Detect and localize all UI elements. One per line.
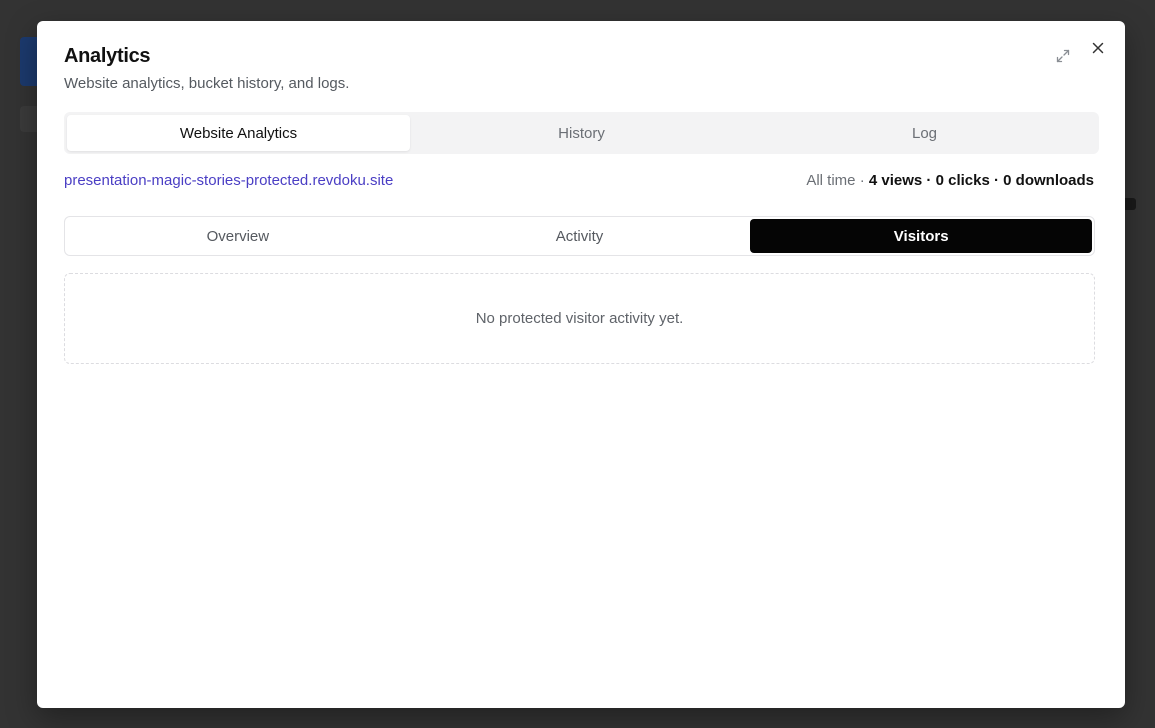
tab-log[interactable]: Log xyxy=(753,115,1096,151)
analytics-tabs: Website Analytics History Log xyxy=(64,112,1099,154)
expand-button[interactable] xyxy=(1052,45,1074,67)
expand-icon xyxy=(1055,48,1071,64)
stats-clicks: 0 clicks xyxy=(935,172,990,189)
tab-history[interactable]: History xyxy=(410,115,753,151)
analytics-dialog: Analytics Website analytics, bucket hist… xyxy=(37,21,1125,708)
dialog-subtitle: Website analytics, bucket history, and l… xyxy=(64,75,350,92)
stats-separator: · xyxy=(859,172,865,189)
stats-separator: · xyxy=(926,172,932,189)
stats-downloads: 0 downloads xyxy=(1003,172,1094,189)
subtab-visitors[interactable]: Visitors xyxy=(750,219,1093,253)
site-link[interactable]: presentation-magic-stories-protected.rev… xyxy=(64,172,393,189)
website-analytics-subtabs: Overview Activity Visitors xyxy=(64,216,1095,256)
tab-website-analytics[interactable]: Website Analytics xyxy=(67,115,410,151)
stats-period: All time xyxy=(806,172,856,189)
close-icon xyxy=(1091,41,1105,55)
stats-views: 4 views xyxy=(868,172,923,189)
dialog-title: Analytics xyxy=(64,45,151,67)
empty-state-message: No protected visitor activity yet. xyxy=(475,310,684,327)
stats-summary: All time · 4 views · 0 clicks · 0 downlo… xyxy=(806,172,1094,189)
visitors-empty-state: No protected visitor activity yet. xyxy=(64,273,1095,364)
close-button[interactable] xyxy=(1087,37,1109,59)
stats-separator: · xyxy=(993,172,999,189)
subtab-activity[interactable]: Activity xyxy=(409,219,751,253)
subtab-overview[interactable]: Overview xyxy=(67,219,409,253)
